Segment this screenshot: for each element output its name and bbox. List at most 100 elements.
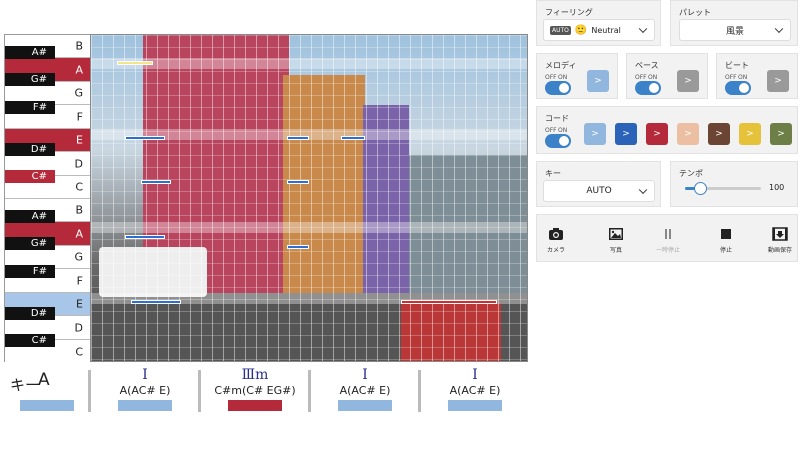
melody-card: メロディ OFF ON > bbox=[536, 53, 618, 99]
key-label: G# bbox=[30, 74, 47, 85]
bass-color-button[interactable]: > bbox=[677, 70, 699, 92]
key-label: C# bbox=[31, 335, 47, 346]
key-label: E bbox=[76, 133, 83, 147]
piano-key-f-sharp[interactable]: F# bbox=[5, 265, 55, 278]
chord-color-chip[interactable] bbox=[338, 400, 392, 411]
beat-card: ビート OFF ON > bbox=[716, 53, 798, 99]
key-label: D bbox=[74, 157, 83, 170]
chevron-down-icon bbox=[774, 24, 784, 34]
stop-button[interactable]: 停止 bbox=[709, 227, 743, 254]
piano-key-a-sharp[interactable]: A# bbox=[5, 46, 55, 59]
piano-keyboard[interactable]: B A G F E D C B A G F E D C A# G# F# D# … bbox=[4, 34, 91, 363]
auto-badge: AUTO bbox=[550, 25, 571, 35]
tempo-slider-thumb[interactable] bbox=[694, 182, 708, 195]
note-marker bbox=[125, 136, 165, 140]
video-save-icon bbox=[772, 227, 788, 241]
feeling-select[interactable]: AUTO 🙂 Neutral bbox=[543, 19, 655, 41]
image-icon bbox=[609, 228, 623, 240]
stop-icon bbox=[721, 229, 731, 239]
bass-card: ベース OFF ON > bbox=[626, 53, 708, 99]
camera-label: カメラ bbox=[546, 247, 565, 254]
note-marker bbox=[125, 235, 165, 239]
camera-button[interactable]: カメラ bbox=[539, 227, 573, 254]
toggle-on-label: ON bbox=[738, 74, 748, 81]
key-label: B bbox=[75, 203, 83, 217]
piano-key-g-sharp[interactable]: G# bbox=[5, 237, 55, 250]
key-label: F# bbox=[32, 266, 47, 277]
chord-toggle[interactable] bbox=[545, 134, 571, 148]
camera-preview[interactable] bbox=[90, 34, 528, 362]
key-label: A# bbox=[31, 211, 47, 222]
key-select[interactable]: AUTO bbox=[543, 180, 655, 202]
piano-key-a-sharp[interactable]: A# bbox=[5, 210, 55, 223]
note-marker bbox=[287, 180, 309, 184]
palette-card: パレット 風景 bbox=[670, 0, 798, 46]
chord-color-chip[interactable] bbox=[448, 400, 502, 411]
melody-toggle[interactable] bbox=[545, 81, 571, 95]
beat-color-button[interactable]: > bbox=[767, 70, 789, 92]
piano-key-c-sharp[interactable]: C# bbox=[5, 334, 55, 347]
toggle-on-label: ON bbox=[558, 74, 568, 81]
palette-select[interactable]: 風景 bbox=[679, 19, 791, 41]
note-grid bbox=[91, 35, 527, 361]
photo-label: 写真 bbox=[609, 247, 622, 254]
feeling-value: Neutral bbox=[591, 25, 621, 35]
key-color-chip bbox=[20, 400, 74, 411]
key-label: F# bbox=[32, 102, 47, 113]
chord-divider bbox=[418, 370, 421, 412]
chord-swatch-5[interactable]: > bbox=[708, 123, 730, 145]
note-marker bbox=[141, 180, 171, 184]
tempo-slider-track[interactable] bbox=[685, 182, 761, 195]
toggle-on-label: ON bbox=[558, 127, 568, 134]
pause-button[interactable]: 一時停止 bbox=[651, 227, 685, 254]
piano-key-f-sharp[interactable]: F# bbox=[5, 101, 55, 114]
piano-key-d-sharp[interactable]: D# bbox=[5, 307, 55, 320]
stop-label: 停止 bbox=[719, 247, 732, 254]
palette-title: パレット bbox=[679, 8, 711, 17]
key-label: G bbox=[74, 86, 83, 100]
chord-swatch-6[interactable]: > bbox=[739, 123, 761, 145]
key-label: A bbox=[75, 63, 83, 76]
video-save-button[interactable]: 動画保存 bbox=[763, 227, 797, 254]
note-marker bbox=[341, 136, 365, 140]
chord-color-chip[interactable] bbox=[118, 400, 172, 411]
key-value: A bbox=[38, 370, 50, 390]
key-label: C# bbox=[31, 171, 47, 182]
key-label: G bbox=[74, 250, 83, 264]
chord-swatch-7[interactable]: > bbox=[770, 123, 792, 145]
chord-roman: Ⅲm bbox=[241, 367, 269, 383]
chord-roman: Ⅰ bbox=[362, 367, 368, 383]
chord-swatch-4[interactable]: > bbox=[677, 123, 699, 145]
tempo-title: テンポ bbox=[679, 169, 703, 178]
tempo-value: 100 bbox=[769, 183, 785, 192]
chord-color-chip[interactable] bbox=[228, 400, 282, 411]
chord-roman: Ⅰ bbox=[472, 367, 478, 383]
emoji-icon: 🙂 bbox=[574, 24, 588, 36]
chord-divider bbox=[88, 370, 91, 412]
piano-key-d-sharp[interactable]: D# bbox=[5, 143, 55, 156]
key-label: B bbox=[75, 39, 83, 53]
key-label: C bbox=[75, 345, 83, 358]
piano-key-c-sharp[interactable]: C# bbox=[5, 170, 55, 183]
photo-button[interactable]: 写真 bbox=[599, 227, 633, 254]
chord-divider bbox=[198, 370, 201, 412]
pause-icon bbox=[665, 229, 671, 239]
key-label: C bbox=[75, 180, 83, 194]
bass-toggle[interactable] bbox=[635, 81, 661, 95]
key-label: F bbox=[76, 110, 83, 123]
key-label: D# bbox=[30, 144, 47, 155]
beat-toggle[interactable] bbox=[725, 81, 751, 95]
video-save-label: 動画保存 bbox=[767, 247, 792, 254]
toggle-on-label: ON bbox=[648, 74, 658, 81]
chord-swatch-3[interactable]: > bbox=[646, 123, 668, 145]
chord-card: コード OFF ON > > > > > > > bbox=[536, 106, 798, 154]
piano-key-g-sharp[interactable]: G# bbox=[5, 73, 55, 86]
key-label: F bbox=[76, 274, 83, 287]
chord-swatch-1[interactable]: > bbox=[584, 123, 606, 145]
note-marker bbox=[117, 61, 153, 65]
melody-color-button[interactable]: > bbox=[587, 70, 609, 92]
chord-swatch-2[interactable]: > bbox=[615, 123, 637, 145]
bass-title: ベース bbox=[635, 61, 659, 70]
toggle-off-label: OFF bbox=[725, 74, 737, 81]
chord-name: A(AC# E) bbox=[449, 384, 501, 397]
